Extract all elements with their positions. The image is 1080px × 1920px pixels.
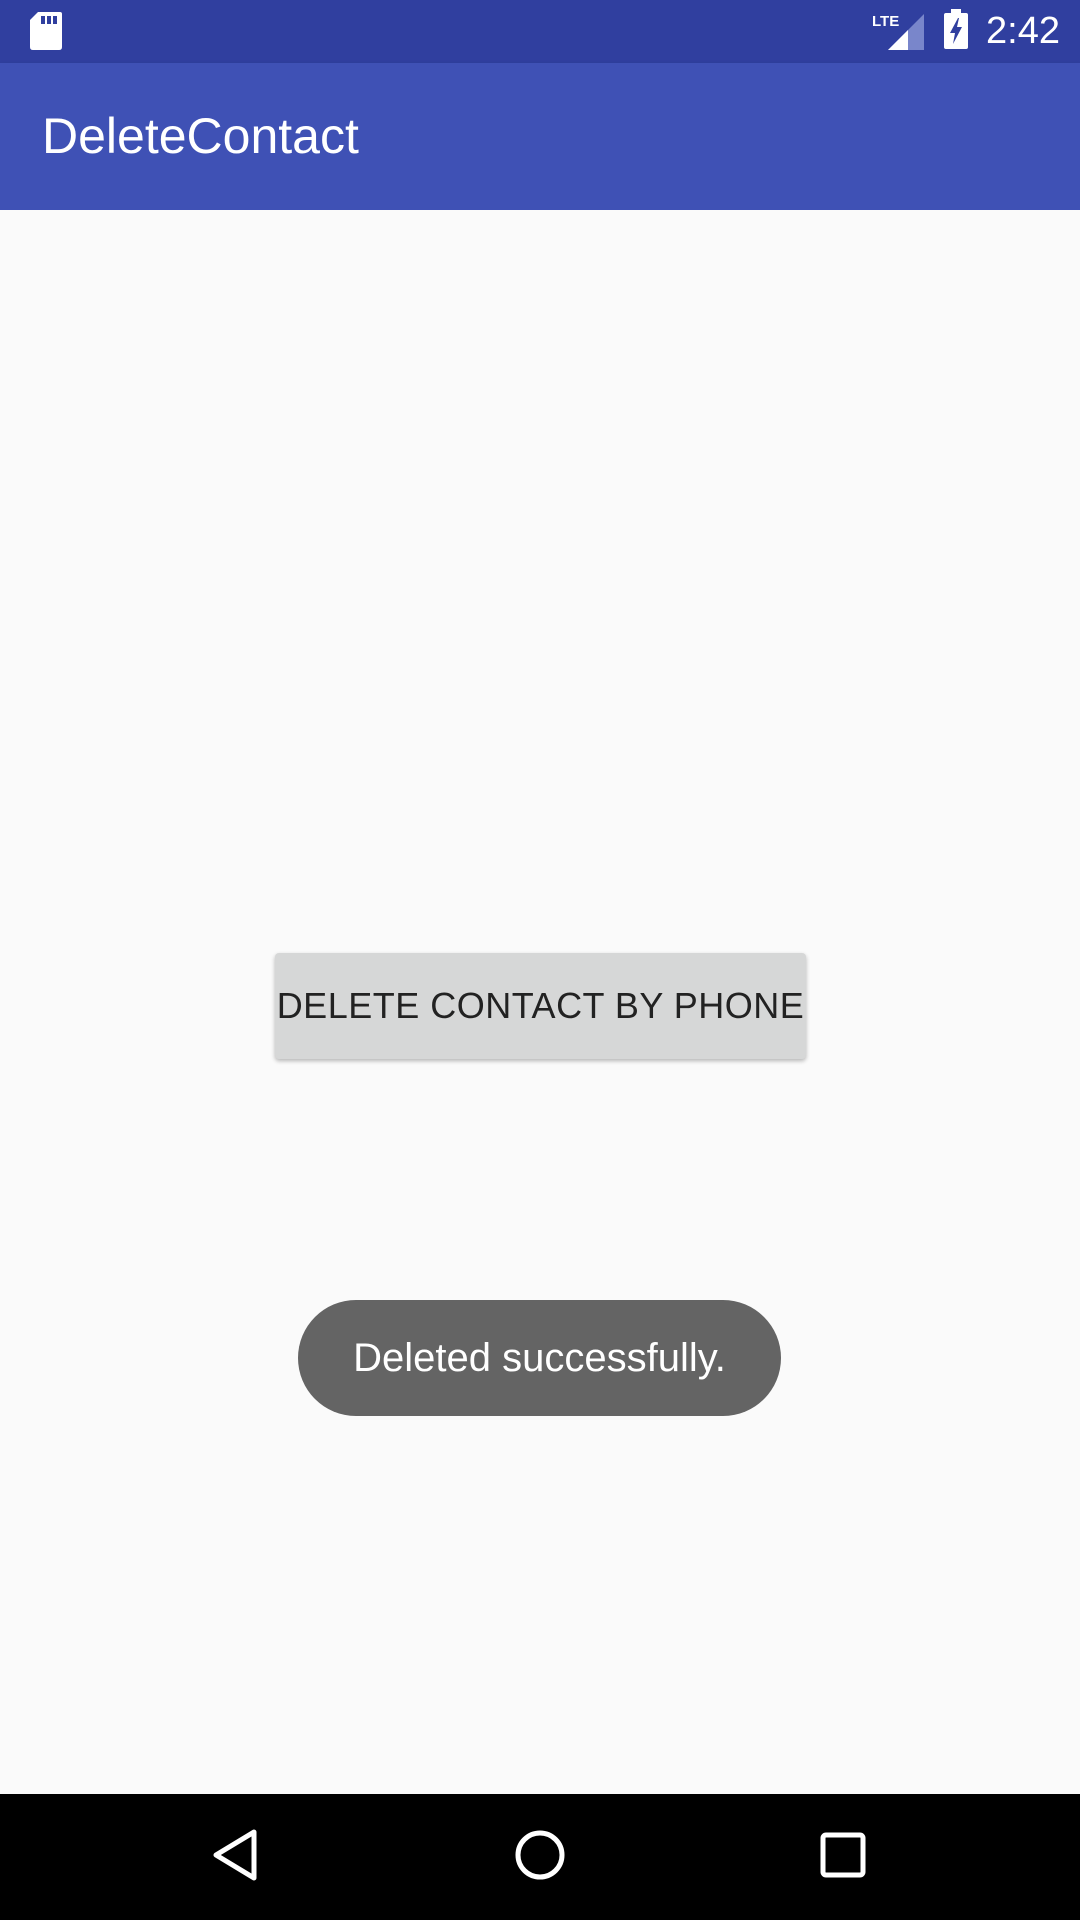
lte-signal-icon: LTE [872,12,925,52]
status-bar: LTE 2:42 [0,0,1080,63]
battery-charging-icon [944,9,969,54]
sd-card-icon [30,12,62,55]
app-title: DeleteContact [42,108,359,164]
navigation-bar [0,1794,1080,1920]
home-button[interactable] [505,1822,575,1892]
app-bar: DeleteContact [0,63,1080,210]
main-content: DELETE CONTACT BY PHONE [0,210,1080,1794]
recents-icon [820,1832,866,1883]
delete-contact-by-phone-button[interactable]: DELETE CONTACT BY PHONE [275,953,806,1059]
network-type-label: LTE [872,13,899,30]
back-button[interactable] [200,1822,270,1892]
recents-button[interactable] [808,1822,878,1892]
status-clock: 2:42 [986,10,1060,52]
home-icon [514,1829,566,1886]
back-icon [210,1828,260,1887]
toast-message: Deleted successfully. [298,1300,781,1416]
